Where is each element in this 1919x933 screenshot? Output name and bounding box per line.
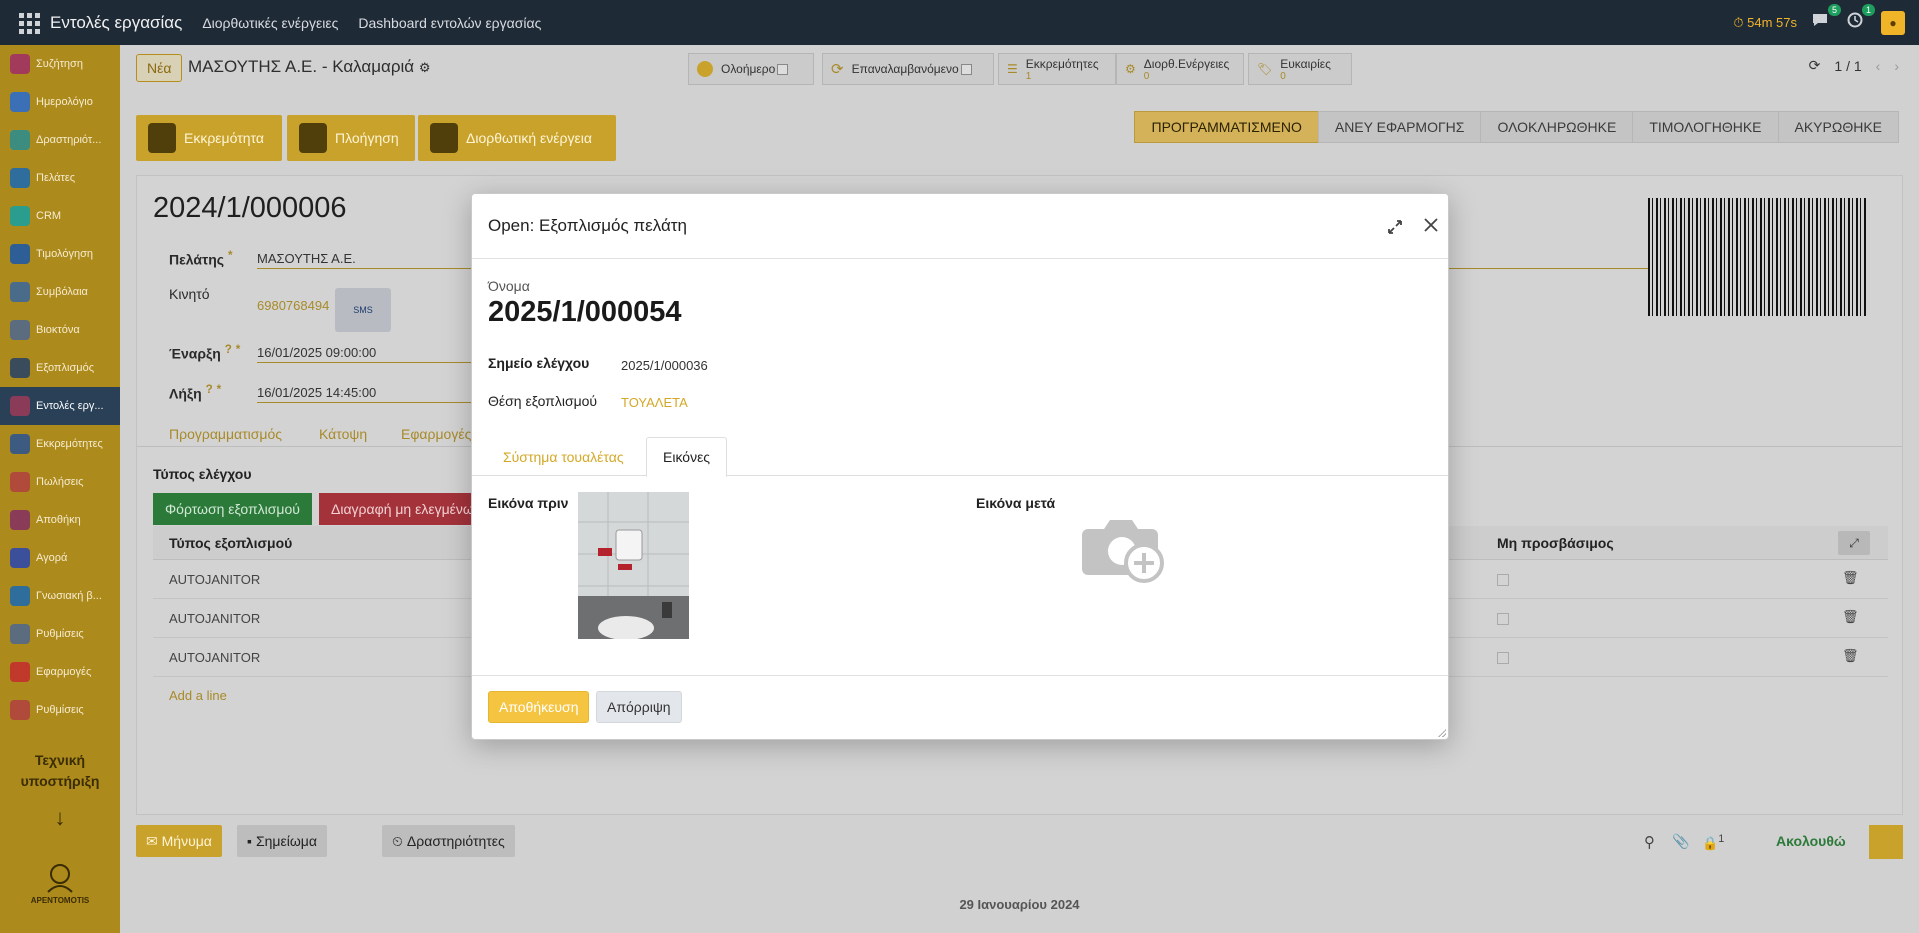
modal-footer: Αποθήκευση Απόρριψη (472, 675, 1448, 739)
discard-button[interactable]: Απόρριψη (596, 691, 682, 723)
camera-add-icon[interactable] (1080, 511, 1168, 587)
modal-title: Open: Εξοπλισμός πελάτη (488, 216, 687, 235)
modal-header: Open: Εξοπλισμός πελάτη (472, 194, 1448, 259)
modal-tabs: Σύστημα τουαλέτας Εικόνες (472, 437, 1448, 477)
checkpoint-value[interactable]: 2025/1/000036 (621, 358, 708, 373)
resize-handle[interactable] (1436, 727, 1446, 737)
position-link[interactable]: ΤΟΥΑΛΕΤΑ (621, 395, 688, 410)
tab-toilet-system[interactable]: Σύστημα τουαλέτας (487, 437, 640, 476)
name-label: Όνομα (488, 278, 530, 294)
equipment-name[interactable]: 2025/1/000054 (488, 296, 682, 329)
equipment-dialog: Open: Εξοπλισμός πελάτη Όνομα 2025/1/000… (471, 193, 1449, 740)
checkpoint-label: Σημείο ελέγχου (488, 355, 590, 371)
image-before-label: Εικόνα πριν (488, 495, 569, 511)
position-label: Θέση εξοπλισμού (488, 393, 598, 409)
image-before-photo[interactable] (578, 492, 689, 639)
tab-images[interactable]: Εικόνες (646, 437, 728, 477)
save-button[interactable]: Αποθήκευση (488, 691, 590, 723)
close-icon[interactable] (1421, 215, 1441, 235)
image-after-label: Εικόνα μετά (976, 495, 1056, 511)
expand-icon[interactable] (1386, 218, 1404, 236)
